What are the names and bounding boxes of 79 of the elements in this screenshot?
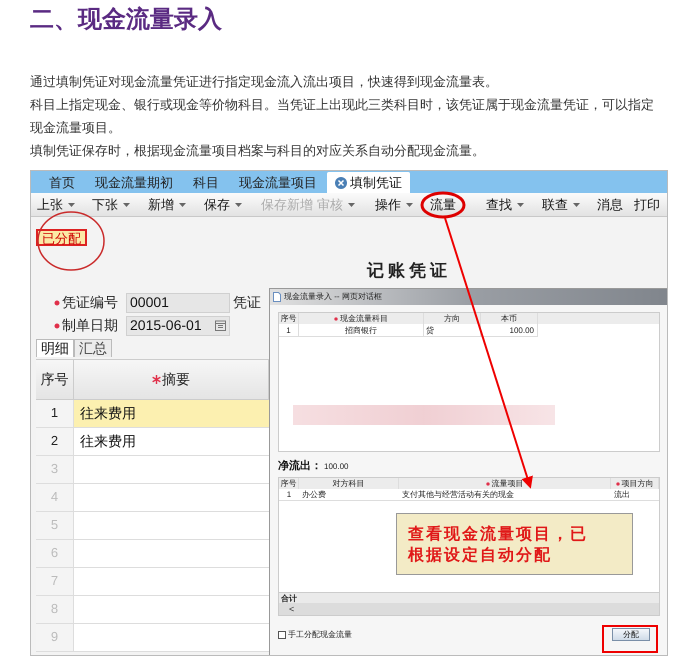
column-header: 序号 (279, 478, 299, 489)
field-label: 凭证编号 (62, 293, 119, 312)
horizontal-scrollbar[interactable]: < (279, 603, 659, 615)
calendar-icon[interactable] (215, 320, 226, 331)
net-outflow-value: 100.00 (324, 461, 348, 473)
toolbar-button[interactable]: 流量 (430, 194, 486, 216)
tab[interactable]: 科目 (183, 172, 229, 193)
row-number: 6 (36, 540, 74, 566)
required-icon (334, 316, 338, 320)
paragraph: 科目上指定现金、银行或现金等价物科目。当凭证上出现此三类科目时，该凭证属于现金流量凭证，可以指定现金流量项目。 (30, 96, 655, 137)
column-header: 流量项目 (399, 478, 611, 489)
row-number: 7 (36, 568, 74, 594)
dialog-title: 现金流量录入 -- 网页对话框 (284, 291, 382, 303)
input-field[interactable]: 00001 (126, 292, 230, 312)
required-icon (486, 482, 490, 486)
table-cell-text: 往来费用 (79, 432, 136, 450)
scroll-left-button[interactable]: < (289, 603, 294, 615)
tab[interactable]: 明细 (36, 338, 74, 356)
callout-text: 根据设定自动分配 (408, 544, 552, 565)
row-number: 4 (36, 484, 74, 510)
checkbox[interactable] (278, 630, 286, 638)
grid-row[interactable]: 2 往来费用 (36, 428, 269, 456)
table-cell-text: 办公费 (301, 489, 327, 500)
field-label: 凭证 (233, 293, 261, 312)
highlight-rectangle (602, 625, 658, 653)
voucher-title: 记账凭证 (367, 260, 451, 283)
toolbar-button[interactable]: 下张 (92, 194, 148, 216)
table-cell-text: 流出 (613, 489, 631, 500)
column-header: 现金流量科目 (299, 313, 424, 324)
required-icon (616, 482, 620, 486)
checkbox-label: 手工分配现金流量 (288, 628, 352, 640)
toolbar-button[interactable]: 新增 (148, 194, 204, 216)
table-cell-text: 1 (286, 489, 292, 500)
asterisk-icon (152, 374, 161, 384)
row-number: 3 (36, 456, 74, 482)
tab[interactable]: 填制凭证 (327, 172, 410, 193)
net-outflow-label: 净流出： (278, 458, 322, 474)
paragraph: 填制凭证保存时，根据现金流量项目档案与科目的对应关系自动分配现金流量。 (30, 142, 486, 160)
row-number: 8 (36, 596, 74, 622)
column-header: 项目方向 (611, 478, 659, 489)
table-cell: 100.00 (481, 324, 538, 336)
row-number: 1 (36, 400, 74, 426)
paragraph: 通过填制凭证对现金流量凭证进行指定现金流入流出项目，快速得到现金流量表。 (30, 73, 499, 91)
page-icon (273, 292, 281, 302)
tab[interactable]: 汇总 (74, 338, 112, 356)
column-header: 本币 (481, 313, 538, 324)
toolbar-button[interactable]: 消息 (597, 194, 634, 216)
tab[interactable]: 首页 (39, 172, 85, 193)
tab[interactable]: 现金流量期初 (85, 172, 183, 193)
section-heading: 二、现金流量录入 (30, 5, 222, 35)
field-label: 制单日期 (62, 316, 119, 335)
callout-text: 查看现金流量项目，已 (408, 523, 588, 544)
tab[interactable]: 现金流量项目 (229, 172, 327, 193)
table-cell: 招商银行 (299, 324, 424, 336)
toolbar-button[interactable]: 打印 (634, 194, 667, 216)
table-cell-text: 往来费用 (79, 404, 136, 422)
assign-button[interactable]: 分配 (612, 628, 650, 641)
table-cell-text: 支付其他与经营活动有关的现金 (401, 489, 515, 500)
column-header: 方向 (424, 313, 481, 324)
column-header: 序号 (279, 313, 299, 324)
row-number: 5 (36, 512, 74, 538)
close-icon[interactable] (335, 176, 347, 188)
toolbar-button[interactable]: 保存 (204, 194, 261, 216)
column-header: 对方科目 (299, 478, 399, 489)
total-label: 合计 (280, 593, 298, 603)
toolbar-button[interactable]: 上张 (37, 194, 92, 216)
input-field[interactable]: 2015-06-01 (126, 316, 230, 336)
toolbar-button[interactable]: 操作 (375, 194, 430, 216)
row-number: 2 (36, 428, 74, 454)
annotation-circle (37, 211, 105, 271)
column-header: 序号 (36, 360, 74, 398)
grid-row[interactable]: 1 往来费用 (36, 400, 269, 428)
table-cell: 贷 (424, 324, 481, 336)
table-cell: 1 (279, 324, 299, 336)
toolbar-button[interactable]: 联查 (542, 194, 597, 216)
toolbar-button[interactable]: 查找 (486, 194, 542, 216)
annotation-circle (420, 192, 466, 218)
status-badge: 已分配 (36, 229, 87, 246)
row-number: 9 (36, 624, 74, 650)
